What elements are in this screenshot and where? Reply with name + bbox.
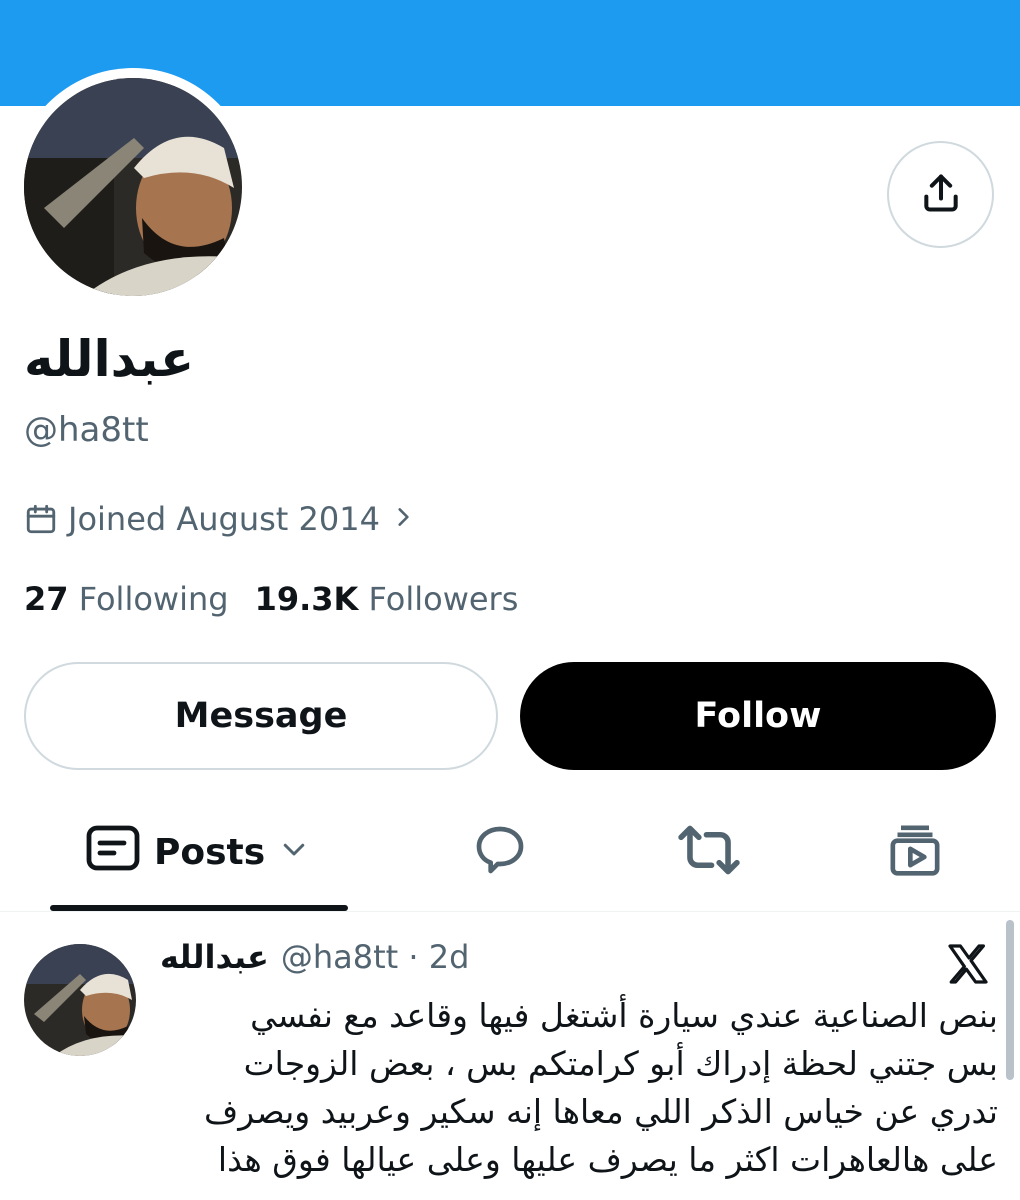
scrollbar[interactable] bbox=[1006, 920, 1014, 1080]
tweet-author-name[interactable]: عبدالله bbox=[160, 938, 269, 976]
following-count: 27 bbox=[24, 580, 69, 618]
tab-media[interactable] bbox=[886, 822, 944, 882]
display-name: عبدالله bbox=[24, 330, 195, 388]
tweet-avatar[interactable] bbox=[24, 944, 136, 1056]
followers-stat[interactable]: 19.3K Followers bbox=[255, 580, 519, 618]
joined-date: Joined August 2014 bbox=[68, 500, 380, 538]
tweet-text: بنص الصناعية عندي سيارة أشتغل فيها وقاعد… bbox=[204, 996, 998, 1179]
following-stat[interactable]: 27 Following bbox=[24, 580, 229, 618]
active-tab-indicator bbox=[50, 905, 348, 911]
tweet-header: عبدالله @ha8tt · 2d bbox=[160, 938, 469, 976]
followers-label: Followers bbox=[368, 580, 519, 618]
media-icon bbox=[886, 822, 944, 882]
following-label: Following bbox=[78, 580, 229, 618]
share-icon bbox=[919, 171, 963, 219]
tab-reposts[interactable] bbox=[676, 822, 742, 882]
avatar[interactable] bbox=[24, 78, 242, 296]
message-button[interactable]: Message bbox=[24, 662, 498, 770]
follow-stats: 27 Following 19.3K Followers bbox=[24, 580, 544, 618]
chevron-down-icon[interactable] bbox=[279, 832, 309, 873]
joined-date-row[interactable]: Joined August 2014 bbox=[24, 500, 416, 538]
chevron-right-icon bbox=[390, 500, 416, 538]
posts-icon bbox=[86, 825, 140, 880]
followers-count: 19.3K bbox=[254, 580, 359, 618]
follow-button[interactable]: Follow bbox=[520, 662, 996, 770]
repost-icon bbox=[676, 822, 742, 882]
replies-icon bbox=[470, 822, 530, 882]
tab-replies[interactable] bbox=[470, 822, 530, 882]
calendar-icon bbox=[24, 502, 58, 536]
x-logo-icon bbox=[944, 940, 992, 988]
tab-posts[interactable]: Posts bbox=[86, 822, 309, 882]
tweet-meta: @ha8tt · 2d bbox=[280, 938, 470, 976]
share-button[interactable] bbox=[887, 141, 994, 248]
profile-tabs: Posts bbox=[0, 800, 1020, 912]
tab-posts-label: Posts bbox=[154, 831, 266, 873]
handle: @ha8tt bbox=[24, 410, 149, 450]
